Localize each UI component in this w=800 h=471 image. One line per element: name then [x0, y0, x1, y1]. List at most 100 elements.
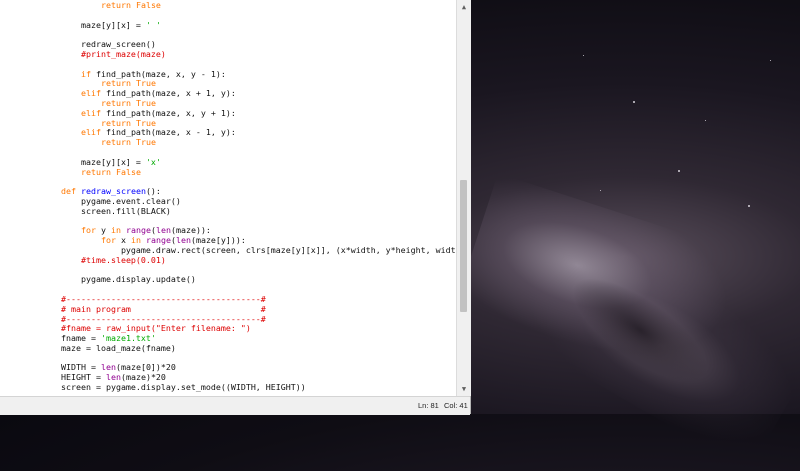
- star: [633, 101, 635, 103]
- code-token: pygame.event.clear(): [61, 195, 181, 206]
- code-token: 'x': [145, 156, 161, 167]
- code-token: for: [100, 235, 116, 246]
- code-token: for: [80, 225, 96, 236]
- code-token: if: [80, 68, 91, 79]
- code-token: #print_maze(maze): [80, 48, 166, 59]
- code-token: screen = pygame.display.set_mode((WIDTH,…: [61, 382, 306, 393]
- code-token: return: [100, 0, 131, 10]
- code-token: (maze[y])):: [190, 235, 246, 246]
- code-token: True: [135, 137, 156, 148]
- cursor-column-indicator: Col: 41: [444, 401, 468, 410]
- code-line[interactable]: return False: [0, 0, 456, 11]
- star: [600, 190, 601, 191]
- code-token: ' ': [145, 19, 161, 30]
- code-token: find_path(maze, x - 1, y):: [100, 127, 236, 138]
- code-token: # main program #: [61, 303, 266, 314]
- code-line[interactable]: maze = load_maze(fname): [0, 342, 456, 354]
- code-token: return: [80, 166, 111, 177]
- star: [770, 60, 771, 61]
- code-token: len: [175, 235, 191, 246]
- code-line[interactable]: screen = pygame.display.set_mode((WIDTH,…: [0, 382, 456, 393]
- code-token: maze[y][x] =: [61, 19, 146, 30]
- code-line[interactable]: maze[y][x] = ' ': [0, 19, 456, 31]
- code-token: (maze[0])*20: [115, 362, 176, 373]
- code-token: #---------------------------------------…: [61, 313, 266, 324]
- code-token: len: [100, 362, 116, 373]
- code-token: ():: [145, 186, 161, 197]
- code-token: len: [105, 372, 121, 383]
- code-token: x: [115, 235, 131, 246]
- code-token: def: [61, 186, 76, 197]
- code-token: in: [130, 235, 141, 246]
- idle-editor-window: return False maze[y][x] = ' ' redraw_scr…: [0, 0, 471, 415]
- code-token: find_path(maze, x, y - 1):: [90, 68, 226, 79]
- code-token: #---------------------------------------…: [61, 293, 266, 304]
- scrollbar-thumb[interactable]: [460, 180, 467, 312]
- code-token: (maze)):: [170, 225, 211, 236]
- code-token: WIDTH =: [61, 362, 101, 373]
- star: [705, 120, 706, 121]
- code-token: elif: [80, 127, 101, 138]
- code-token: #fname = raw_input("Enter filename: "): [61, 323, 251, 334]
- code-token: elif: [80, 107, 101, 118]
- code-token: y: [95, 225, 111, 236]
- code-line[interactable]: pygame.display.update(): [0, 274, 456, 285]
- code-token: find_path(maze, x + 1, y):: [100, 88, 236, 99]
- star: [678, 170, 680, 172]
- code-token: return: [100, 78, 131, 89]
- code-line[interactable]: screen.fill(BLACK): [0, 205, 456, 217]
- code-token: True: [135, 97, 156, 108]
- status-bar: Ln: 81 Col: 41: [0, 396, 470, 415]
- star: [583, 55, 584, 56]
- vertical-scrollbar[interactable]: ▲ ▼: [456, 0, 471, 396]
- code-token: 'maze1.txt': [100, 333, 156, 344]
- code-token: range: [125, 225, 151, 236]
- code-token: pygame.draw.rect(screen, clrs[maze[y][x]…: [61, 244, 456, 255]
- code-token: redraw_screen: [81, 186, 146, 197]
- code-token: True: [135, 78, 156, 89]
- code-line[interactable]: #print_maze(maze): [0, 48, 456, 60]
- code-token: False: [115, 166, 141, 177]
- code-token: maze[y][x] =: [61, 156, 146, 167]
- code-token: screen.fill(BLACK): [61, 205, 171, 216]
- code-token: in: [110, 225, 121, 236]
- star: [748, 205, 750, 207]
- code-token: pygame.display.update(): [61, 274, 196, 285]
- code-token: #time.sleep(0.01): [80, 254, 166, 265]
- code-token: maze = load_maze(fname): [61, 342, 176, 353]
- code-token: HEIGHT =: [61, 372, 106, 383]
- code-line[interactable]: #time.sleep(0.01): [0, 254, 456, 266]
- code-editor[interactable]: return False maze[y][x] = ' ' redraw_scr…: [0, 0, 456, 397]
- code-token: False: [135, 0, 161, 10]
- code-token: return: [100, 117, 131, 128]
- code-line[interactable]: return False: [0, 166, 456, 178]
- code-line[interactable]: return True: [0, 137, 456, 148]
- code-token: fname =: [61, 333, 101, 344]
- cursor-line-indicator: Ln: 81: [418, 401, 439, 410]
- code-token: (maze)*20: [120, 372, 166, 383]
- code-token: elif: [80, 88, 101, 99]
- code-token: return: [100, 97, 131, 108]
- scroll-down-arrow-icon[interactable]: ▼: [459, 384, 469, 394]
- code-token: return: [100, 137, 131, 148]
- code-token: redraw_screen(): [61, 39, 156, 50]
- code-token: range: [145, 235, 171, 246]
- code-token: find_path(maze, x, y + 1):: [100, 107, 236, 118]
- code-token: True: [135, 117, 156, 128]
- scroll-up-arrow-icon[interactable]: ▲: [459, 2, 469, 12]
- code-token: len: [155, 225, 171, 236]
